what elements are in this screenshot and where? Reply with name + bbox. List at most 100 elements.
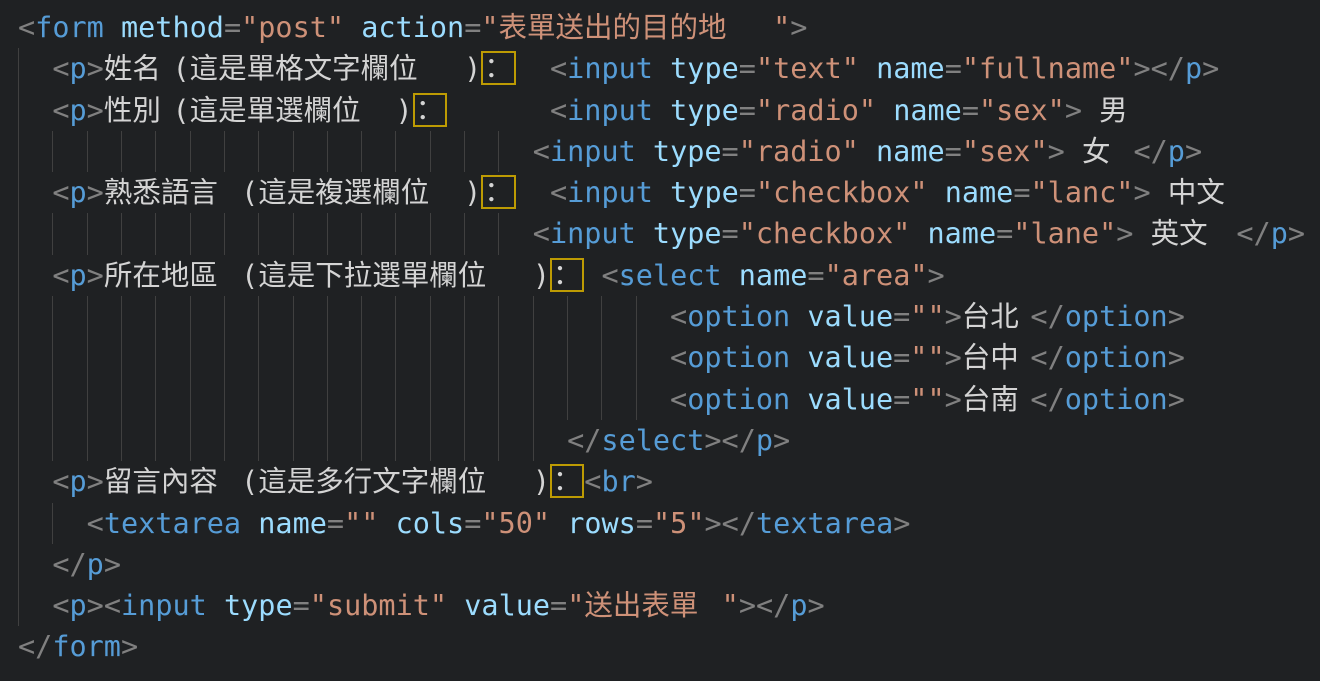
token-punctuation: = bbox=[945, 52, 962, 85]
token-string: "50" bbox=[481, 507, 550, 540]
token-punctuation: > bbox=[1288, 217, 1305, 250]
token-attribute-name: type bbox=[670, 176, 739, 209]
token-tag-name: form bbox=[35, 11, 104, 44]
token-punctuation: > bbox=[945, 383, 962, 416]
token-string: "checkbox" bbox=[756, 176, 928, 209]
token-punctuation: > bbox=[928, 259, 945, 292]
token-punctuation: < bbox=[550, 94, 567, 127]
token-punctuation: </ bbox=[52, 548, 86, 581]
token-text: 這是單選欄位 bbox=[190, 90, 396, 131]
token-punctuation: > bbox=[87, 52, 104, 85]
token-punctuation: < bbox=[550, 176, 567, 209]
code-line: <p>姓名(這是單格文字欄位)： <input type="text" name… bbox=[0, 48, 1320, 89]
token-attribute-name: cols bbox=[396, 507, 465, 540]
token-string: "" bbox=[344, 507, 378, 540]
token-punctuation: </ bbox=[1030, 341, 1064, 374]
code-line-content: <p>姓名(這是單格文字欄位)： <input type="text" name… bbox=[18, 52, 1219, 85]
token-tag-name: option bbox=[687, 383, 790, 416]
token-tag-name: option bbox=[1065, 383, 1168, 416]
token-punctuation: > bbox=[790, 11, 807, 44]
token-punctuation: > bbox=[893, 507, 910, 540]
token-punctuation: < bbox=[670, 300, 687, 333]
token-tag-name: p bbox=[790, 589, 807, 622]
token-text: ( bbox=[241, 259, 258, 292]
token-tag-name: option bbox=[687, 300, 790, 333]
token-tag-name: p bbox=[1185, 52, 1202, 85]
token-text bbox=[1082, 94, 1099, 127]
token-attribute-name: name bbox=[945, 176, 1014, 209]
token-text: 中文 bbox=[1168, 172, 1237, 213]
code-line: <p>熟悉語言(這是複選欄位)： <input type="checkbox" … bbox=[0, 172, 1320, 213]
token-text: ) bbox=[464, 52, 481, 85]
token-text: 男 bbox=[1099, 90, 1133, 131]
code-line-content: </form> bbox=[18, 630, 138, 663]
code-line-content: <option value="">台中</option> bbox=[18, 341, 1185, 374]
token-text bbox=[790, 341, 807, 374]
code-line-content: <option value="">台北</option> bbox=[18, 300, 1185, 333]
code-editor[interactable]: <form method="post" action="表單送出的目的地"> <… bbox=[0, 0, 1320, 681]
token-text bbox=[1151, 176, 1168, 209]
code-line: </form> bbox=[0, 626, 1320, 667]
token-string: "" bbox=[910, 300, 944, 333]
token-text: 台北 bbox=[962, 296, 1031, 337]
code-line: <option value="">台南</option> bbox=[0, 379, 1320, 420]
token-punctuation: < bbox=[52, 259, 69, 292]
token-punctuation: = bbox=[327, 507, 344, 540]
code-line-content: </p> bbox=[18, 548, 121, 581]
token-tag-name: textarea bbox=[104, 507, 241, 540]
token-punctuation: > bbox=[87, 176, 104, 209]
token-attribute-name: name bbox=[876, 135, 945, 168]
token-punctuation: < bbox=[52, 589, 69, 622]
token-punctuation: < bbox=[533, 217, 550, 250]
token-tag-name: p bbox=[70, 94, 87, 127]
token-tag-name: option bbox=[1065, 341, 1168, 374]
code-line-content: <p>性別(這是單選欄位)： <input type="radio" name=… bbox=[18, 94, 1133, 127]
token-punctuation: = bbox=[945, 135, 962, 168]
token-text: ( bbox=[241, 176, 258, 209]
token-text bbox=[1219, 217, 1236, 250]
token-punctuation: < bbox=[52, 465, 69, 498]
token-tag-name: p bbox=[87, 548, 104, 581]
code-line-content: <textarea name="" cols="50" rows="5"></t… bbox=[18, 507, 910, 540]
token-tag-name: p bbox=[70, 465, 87, 498]
token-punctuation: = bbox=[893, 341, 910, 374]
token-punctuation: > bbox=[104, 548, 121, 581]
token-punctuation: > bbox=[87, 94, 104, 127]
ambiguous-unicode-highlight-box: ： bbox=[550, 258, 584, 292]
token-text: 姓名 bbox=[104, 48, 173, 89]
token-punctuation: = bbox=[293, 589, 310, 622]
token-string: " bbox=[722, 589, 739, 622]
token-punctuation: </ bbox=[1133, 135, 1167, 168]
token-text: ( bbox=[172, 94, 189, 127]
token-attribute-name: name bbox=[927, 217, 996, 250]
token-punctuation: > bbox=[1202, 52, 1219, 85]
token-punctuation: > bbox=[1065, 94, 1082, 127]
token-punctuation: > bbox=[739, 589, 756, 622]
token-text bbox=[584, 259, 601, 292]
token-tag-name: input bbox=[567, 94, 653, 127]
token-text bbox=[516, 176, 550, 209]
code-line: <option value="">台中</option> bbox=[0, 337, 1320, 378]
token-punctuation: </ bbox=[1030, 383, 1064, 416]
token-tag-name: p bbox=[70, 176, 87, 209]
token-text bbox=[790, 300, 807, 333]
token-tag-name: p bbox=[70, 589, 87, 622]
token-punctuation: = bbox=[464, 11, 481, 44]
token-punctuation: </ bbox=[1236, 217, 1270, 250]
token-text: 這是單格文字欄位 bbox=[190, 48, 465, 89]
token-text: 所在地區 bbox=[104, 255, 241, 296]
code-line: <p>所在地區(這是下拉選單欄位)： <select name="area"> bbox=[0, 255, 1320, 296]
token-string: "sex" bbox=[979, 94, 1065, 127]
token-punctuation: = bbox=[893, 383, 910, 416]
token-tag-name: select bbox=[619, 259, 722, 292]
token-punctuation: > bbox=[773, 424, 790, 457]
token-punctuation: < bbox=[104, 589, 121, 622]
token-string: "radio" bbox=[739, 135, 859, 168]
token-text bbox=[1133, 217, 1150, 250]
token-text bbox=[447, 94, 550, 127]
token-text: 留言內容 bbox=[104, 461, 241, 502]
token-string: "" bbox=[910, 383, 944, 416]
ambiguous-unicode-highlight-box: ： bbox=[550, 464, 584, 498]
token-text bbox=[447, 589, 464, 622]
token-string: "checkbox" bbox=[739, 217, 911, 250]
